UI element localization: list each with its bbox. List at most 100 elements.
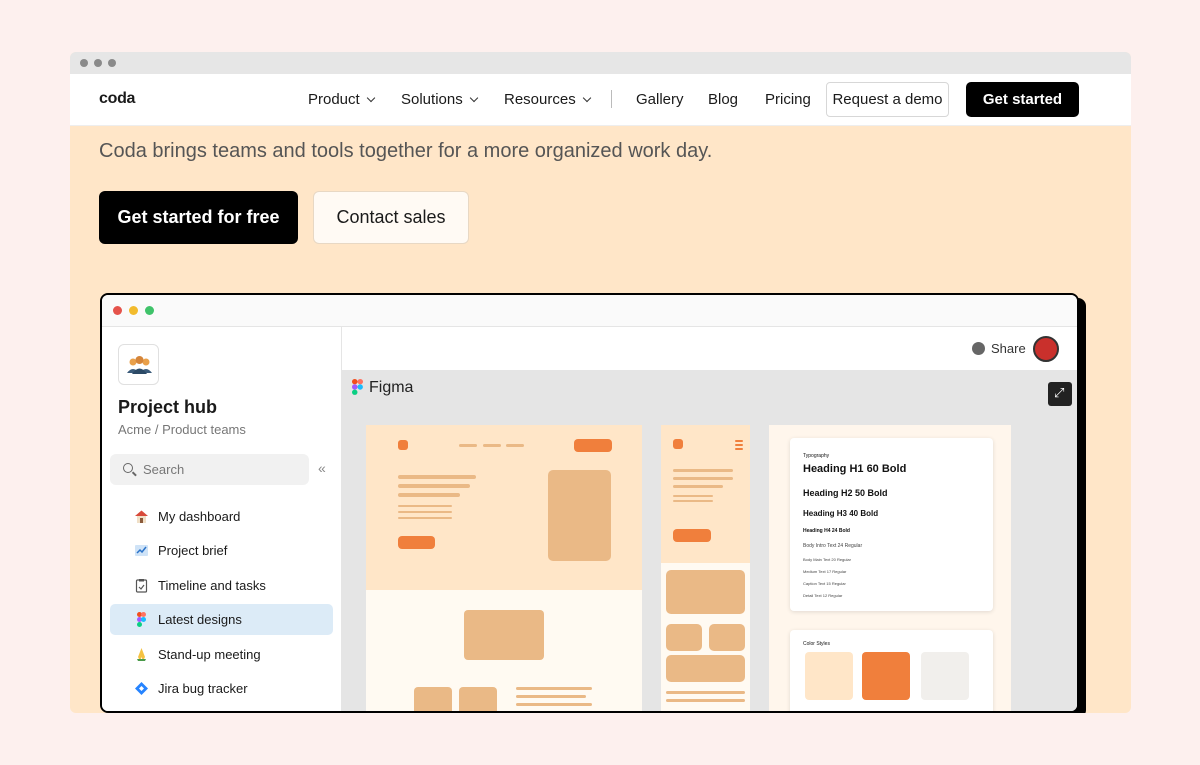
nav-product[interactable]: Product xyxy=(308,91,375,108)
sidebar-item-latest-designs[interactable]: Latest designs xyxy=(110,604,333,635)
frame-nav-line xyxy=(459,444,477,447)
search-input[interactable]: Search xyxy=(110,454,309,485)
nav-pricing[interactable]: Pricing xyxy=(765,91,811,108)
menu-icon xyxy=(735,440,743,442)
globe-icon xyxy=(972,342,985,355)
house-icon xyxy=(135,510,148,523)
figma-title: Figma xyxy=(352,379,413,397)
frame-button xyxy=(574,439,612,452)
window-dot xyxy=(108,59,116,67)
share-button[interactable]: Share xyxy=(972,341,1026,356)
hero-tagline: Coda brings teams and tools together for… xyxy=(99,140,713,162)
window-dot xyxy=(94,59,102,67)
typography-h1: Heading H1 60 Bold xyxy=(803,463,907,475)
chevron-down-icon xyxy=(582,93,591,103)
typography-h2: Heading H2 50 Bold xyxy=(803,488,888,498)
mobile-text-line xyxy=(666,699,745,702)
typography-body2: Body Main Text 20 Regular xyxy=(803,557,851,562)
coda-logo[interactable]: coda xyxy=(99,90,135,108)
search-placeholder: Search xyxy=(143,462,185,477)
sidebar-item-project-brief[interactable]: Project brief xyxy=(110,535,333,566)
mobile-button xyxy=(673,529,711,542)
contact-sales-button[interactable]: Contact sales xyxy=(313,191,469,244)
sidebar-item-jira[interactable]: Jira bug tracker xyxy=(110,673,333,704)
chevron-down-icon xyxy=(469,93,478,103)
color-swatch xyxy=(921,652,969,700)
top-nav: coda Product Solutions Resources Gallery… xyxy=(70,74,1131,126)
hub-breadcrumb: Acme / Product teams xyxy=(118,422,246,437)
mobile-frame xyxy=(661,425,750,711)
frame-image xyxy=(548,470,611,561)
frame-nav-line xyxy=(483,444,501,447)
frame-text-line xyxy=(398,493,460,497)
sidebar-item-timeline[interactable]: Timeline and tasks xyxy=(110,570,333,601)
sidebar-item-label: Timeline and tasks xyxy=(158,578,266,593)
frame-logo xyxy=(398,440,408,450)
mobile-text-line xyxy=(673,500,713,502)
sidebar-item-label: My dashboard xyxy=(158,509,241,524)
collapse-sidebar-icon[interactable]: « xyxy=(318,460,326,476)
frame-image xyxy=(414,687,452,711)
browser-chrome xyxy=(70,52,1131,74)
nav-blog[interactable]: Blog xyxy=(708,91,738,108)
share-label: Share xyxy=(991,341,1026,356)
color-swatch xyxy=(862,652,910,700)
mobile-image xyxy=(666,570,745,614)
typography-body1: Body Intro Text 24 Regular xyxy=(803,543,863,549)
nav-resources[interactable]: Resources xyxy=(504,91,591,108)
app-preview: Project hub Acme / Product teams Search … xyxy=(100,293,1079,713)
menu-icon xyxy=(735,448,743,450)
get-started-button[interactable]: Get started xyxy=(966,82,1079,117)
clipboard-icon xyxy=(135,579,148,593)
nav-resources-label: Resources xyxy=(504,91,576,108)
request-demo-button[interactable]: Request a demo xyxy=(826,82,949,117)
figma-icon xyxy=(137,612,146,627)
menu-icon xyxy=(735,444,743,446)
color-swatch xyxy=(805,652,853,700)
mobile-text-line xyxy=(673,469,733,472)
hub-title: Project hub xyxy=(118,397,218,417)
frame-text-line xyxy=(516,695,586,698)
frame-text-line xyxy=(398,484,470,488)
figma-embed[interactable]: Figma ⤢ Typography Heading H1 60 Bold He… xyxy=(342,370,1077,711)
color-styles-heading: Color Styles xyxy=(803,641,830,647)
mobile-image xyxy=(666,655,745,682)
frame-nav-line xyxy=(506,444,524,447)
frame-text-line xyxy=(516,687,592,690)
browser-window: coda Product Solutions Resources Gallery… xyxy=(70,52,1131,713)
mobile-image xyxy=(666,624,702,651)
typography-small: Medium Text 17 Regular xyxy=(803,569,847,574)
sidebar-item-label: Stand-up meeting xyxy=(158,647,261,662)
expand-icon[interactable] xyxy=(1048,382,1072,406)
frame-button xyxy=(398,536,435,549)
frame-text-line xyxy=(398,505,452,507)
get-started-free-button[interactable]: Get started for free xyxy=(99,191,298,244)
typography-h3: Heading H3 40 Bold xyxy=(803,509,879,518)
typography-card: Typography Heading H1 60 Bold Heading H2… xyxy=(790,438,993,611)
mobile-text-line xyxy=(673,477,733,480)
avatar[interactable] xyxy=(1033,336,1059,362)
nav-solutions[interactable]: Solutions xyxy=(401,91,478,108)
sidebar-item-label: Jira bug tracker xyxy=(158,681,248,696)
nav-gallery[interactable]: Gallery xyxy=(636,91,684,108)
frame-text-line xyxy=(398,511,452,513)
sidebar: Project hub Acme / Product teams Search … xyxy=(102,327,342,711)
close-dot xyxy=(113,306,122,315)
search-icon xyxy=(123,463,133,473)
styles-frame: Typography Heading H1 60 Bold Heading H2… xyxy=(769,425,1011,711)
chart-icon xyxy=(135,545,148,556)
doc-topbar: Share xyxy=(342,327,1077,370)
sidebar-item-dashboard[interactable]: My dashboard xyxy=(110,501,333,532)
nav-product-label: Product xyxy=(308,91,360,108)
jira-icon xyxy=(135,682,148,695)
frame-text-line xyxy=(398,475,476,479)
desktop-frame xyxy=(366,425,642,711)
typography-heading: Typography xyxy=(803,453,830,459)
figma-logo-icon xyxy=(352,379,363,395)
maximize-dot xyxy=(145,306,154,315)
frame-text-line xyxy=(516,703,592,706)
nav-solutions-label: Solutions xyxy=(401,91,463,108)
figma-title-text: Figma xyxy=(369,379,414,396)
main-panel: Share Figma ⤢ Typography Heading H1 60 B… xyxy=(342,327,1077,711)
sidebar-item-standup[interactable]: Stand-up meeting xyxy=(110,639,333,670)
